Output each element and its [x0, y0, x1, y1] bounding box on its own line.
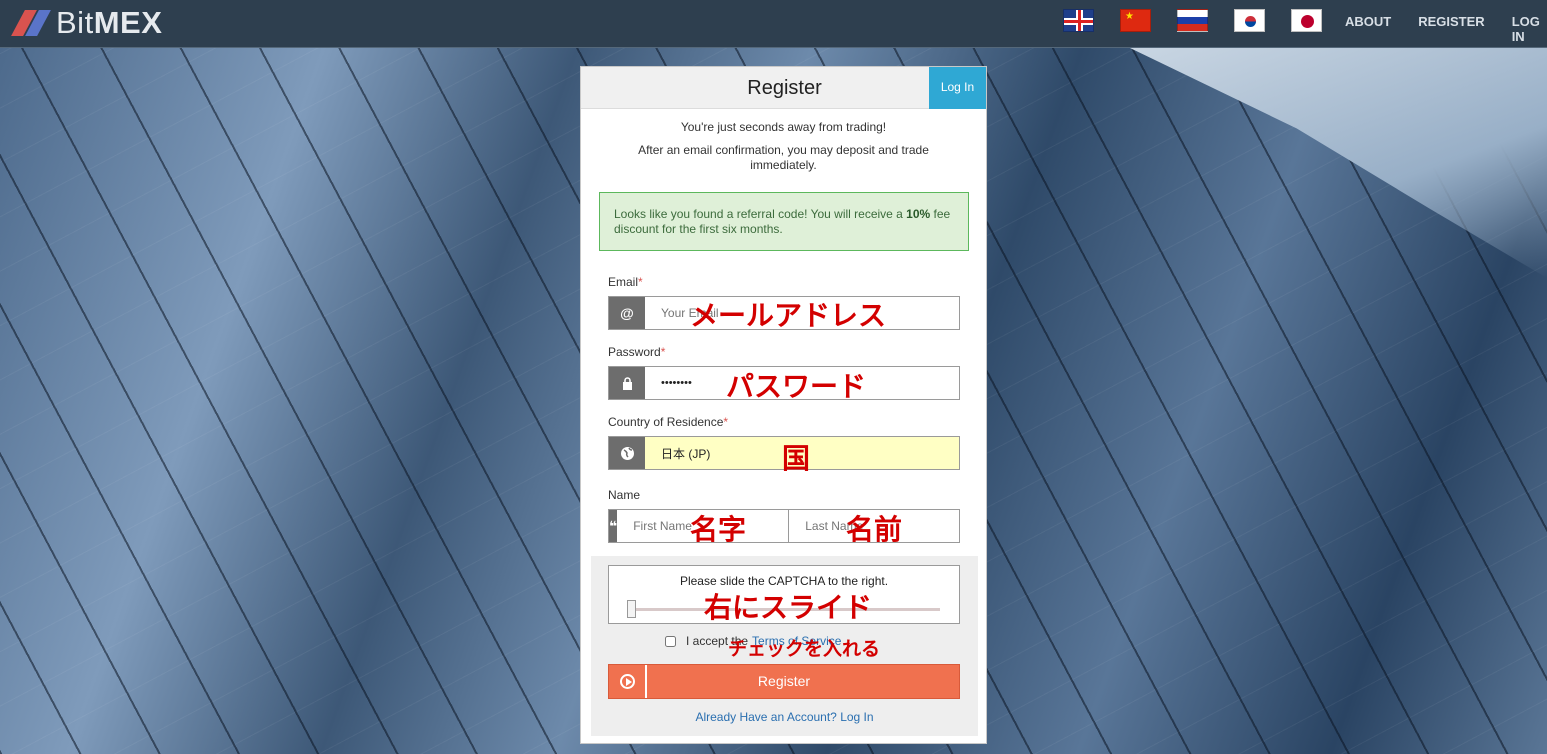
- register-button-label: Register: [757, 673, 811, 689]
- password-field-wrap: [608, 366, 960, 400]
- name-inputs: [617, 510, 961, 542]
- language-flags: ★: [1063, 9, 1348, 32]
- flag-korea-icon[interactable]: [1234, 9, 1265, 32]
- quote-icon: ❝: [609, 510, 618, 542]
- login-tab-button[interactable]: Log In: [929, 67, 986, 109]
- terms-text: I accept the: [686, 634, 749, 648]
- bitmex-logo[interactable]: BitMEX: [10, 5, 163, 40]
- nav-about-link[interactable]: ABOUT: [1345, 14, 1391, 44]
- flag-china-icon[interactable]: ★: [1120, 9, 1151, 32]
- nav-login-link[interactable]: LOG IN: [1512, 14, 1540, 44]
- flag-japan-icon[interactable]: [1291, 9, 1322, 32]
- flag-russia-icon[interactable]: [1177, 9, 1208, 32]
- panel-title: Register: [747, 77, 822, 99]
- terms-row: I accept the Terms of Service: [665, 634, 841, 648]
- terms-checkbox[interactable]: [665, 635, 676, 647]
- captcha-box: Please slide the CAPTCHA to the right.: [608, 565, 960, 624]
- last-name-field[interactable]: [789, 510, 961, 542]
- top-navbar: BitMEX ★ ABOUT REGISTER LOG IN: [0, 0, 1547, 48]
- password-field[interactable]: [645, 367, 959, 399]
- globe-icon: [609, 437, 645, 469]
- intro-line-2: After an email confirmation, you may dep…: [638, 143, 929, 172]
- at-sign-icon: @: [609, 297, 645, 329]
- name-field-wrap: ❝: [608, 509, 961, 543]
- intro-line-1: You're just seconds away from trading!: [680, 120, 887, 134]
- password-label: Password*: [608, 345, 666, 359]
- country-label: Country of Residence*: [608, 415, 729, 429]
- bitmex-logo-icon: [10, 8, 54, 38]
- play-circle-icon: [609, 665, 647, 698]
- name-label: Name: [608, 488, 641, 502]
- email-field-wrap: @: [608, 296, 960, 330]
- country-select[interactable]: [645, 437, 959, 469]
- logo-text: BitMEX: [56, 5, 163, 40]
- nav-links: ABOUT REGISTER LOG IN: [1345, 14, 1547, 44]
- intro-text: You're just seconds away from trading! A…: [581, 120, 986, 173]
- captcha-text: Please slide the CAPTCHA to the right.: [679, 574, 889, 588]
- captcha-slider-track[interactable]: [630, 608, 940, 611]
- captcha-section: Please slide the CAPTCHA to the right. I…: [591, 556, 978, 736]
- flag-uk-icon[interactable]: [1063, 9, 1094, 32]
- email-label: Email*: [608, 275, 643, 289]
- register-panel: Register Log In You're just seconds away…: [580, 66, 987, 744]
- nav-register-link[interactable]: REGISTER: [1418, 14, 1484, 44]
- captcha-slider-handle[interactable]: [627, 600, 636, 618]
- email-field[interactable]: [645, 297, 959, 329]
- lock-icon: [609, 367, 645, 399]
- referral-alert: Looks like you found a referral code! Yo…: [599, 192, 969, 251]
- already-have-account-link[interactable]: Already Have an Account? Log In: [591, 710, 978, 724]
- register-button[interactable]: Register: [608, 664, 960, 699]
- panel-header: Register Log In: [581, 67, 986, 109]
- first-name-field[interactable]: [617, 510, 790, 542]
- country-field-wrap: [608, 436, 960, 470]
- terms-link[interactable]: Terms of Service: [752, 634, 841, 648]
